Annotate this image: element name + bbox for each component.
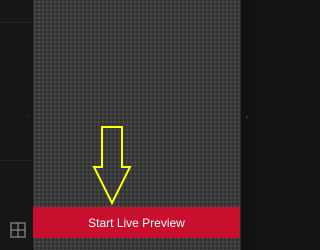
grid-icon[interactable]: [10, 222, 26, 238]
sidebar-divider: [0, 22, 33, 23]
left-sidebar: [0, 0, 33, 250]
right-handle-icon: ›: [245, 112, 249, 123]
start-live-preview-button[interactable]: Start Live Preview: [33, 207, 240, 238]
left-handle-icon: ◦: [26, 112, 32, 123]
sidebar-divider: [0, 160, 33, 161]
down-arrow-icon: [92, 126, 132, 206]
right-sidebar: [241, 0, 257, 250]
